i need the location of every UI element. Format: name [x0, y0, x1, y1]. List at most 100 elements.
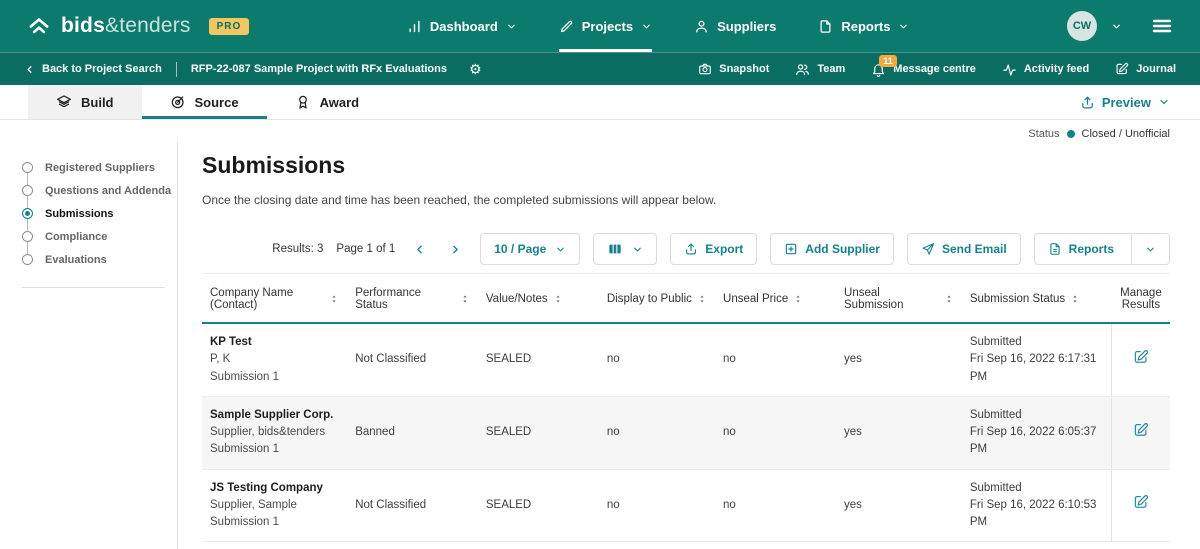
tab-award-label: Award — [320, 95, 360, 110]
nav-item-reports[interactable]: Reports — [818, 0, 909, 52]
add-supplier-button[interactable]: Add Supplier — [770, 233, 894, 265]
phase-tab-bar: Build Source Award Preview — [0, 85, 1200, 120]
stepper: Registered Suppliers Questions and Adden… — [22, 156, 177, 271]
send-email-button[interactable]: Send Email — [907, 233, 1021, 265]
brand-logo[interactable]: bids&tenders PRO — [26, 13, 249, 39]
status-dot-icon — [1067, 130, 1075, 138]
journal-button[interactable]: Journal — [1115, 62, 1176, 76]
chevron-down-icon — [641, 21, 652, 32]
submission-time: Fri Sep 16, 2022 6:05:37 PM — [970, 424, 1104, 459]
tab-build[interactable]: Build — [28, 85, 142, 119]
activity-feed-button[interactable]: Activity feed — [1002, 62, 1089, 77]
tab-source[interactable]: Source — [142, 85, 267, 119]
message-centre-button[interactable]: 11 Message centre — [871, 62, 976, 77]
edit-square-icon[interactable] — [1133, 494, 1149, 510]
next-page-button[interactable] — [444, 243, 467, 256]
submission-label: Submission 1 — [210, 441, 339, 458]
column-header-unseal-submission: Unseal Submission — [836, 274, 962, 324]
per-page-dropdown[interactable]: 10 / Page — [480, 233, 580, 265]
cell-value-notes: SEALED — [478, 396, 599, 469]
project-title: RFP-22-087 Sample Project with RFx Evalu… — [191, 63, 447, 75]
chevron-left-icon — [24, 64, 35, 75]
cell-company: KP Test P, K Submission 1 — [202, 323, 347, 396]
cell-display-to-public: no — [599, 396, 715, 469]
table-header-row: Company Name (Contact) Performance Statu… — [202, 274, 1170, 324]
user-avatar[interactable]: CW — [1067, 11, 1097, 41]
brand-name-light: &tenders — [105, 14, 191, 37]
edit-square-icon[interactable] — [1133, 349, 1149, 365]
hamburger-menu-icon[interactable] — [1150, 14, 1174, 38]
snapshot-label: Snapshot — [719, 63, 769, 75]
sort-submission-status[interactable]: Submission Status — [970, 293, 1080, 305]
company-name: JS Testing Company — [210, 480, 339, 497]
step-circle-icon — [22, 231, 33, 242]
nav-item-projects[interactable]: Projects — [559, 0, 652, 52]
edit-square-icon[interactable] — [1133, 422, 1149, 438]
tab-award[interactable]: Award — [267, 85, 388, 119]
columns-dropdown[interactable] — [593, 233, 657, 265]
sort-company[interactable]: Company Name (Contact) — [210, 287, 339, 311]
pro-badge: PRO — [209, 18, 250, 35]
upload-icon — [684, 242, 698, 256]
camera-icon — [698, 62, 712, 76]
nav-item-dashboard[interactable]: Dashboard — [407, 0, 517, 52]
sort-icon — [793, 293, 803, 305]
column-header-performance-status: Performance Status — [347, 274, 478, 324]
reports-split-button[interactable]: Reports — [1034, 233, 1170, 265]
sidebar-item-registered-suppliers[interactable]: Registered Suppliers — [22, 156, 177, 179]
team-button[interactable]: Team — [795, 62, 845, 77]
column-header-submission-status: Submission Status — [962, 274, 1112, 324]
submission-time: Fri Sep 16, 2022 6:10:53 PM — [970, 497, 1104, 532]
pencil-icon — [559, 19, 574, 34]
sort-display-to-public[interactable]: Display to Public — [607, 293, 707, 305]
step-circle-icon — [22, 254, 33, 265]
sidebar-item-label: Submissions — [45, 208, 113, 220]
sidebar-item-evaluations[interactable]: Evaluations — [22, 248, 177, 271]
sort-unseal-price[interactable]: Unseal Price — [723, 293, 803, 305]
cell-value-notes: SEALED — [478, 469, 599, 542]
target-icon — [170, 94, 186, 110]
add-supplier-label: Add Supplier — [805, 242, 880, 256]
page-description: Once the closing date and time has been … — [202, 193, 1170, 207]
sort-performance[interactable]: Performance Status — [355, 287, 470, 311]
sidebar-item-compliance[interactable]: Compliance — [22, 225, 177, 248]
cell-unseal-submission: yes — [836, 396, 962, 469]
submissions-table: Company Name (Contact) Performance Statu… — [202, 273, 1170, 542]
sidebar-stepper: Registered Suppliers Questions and Adden… — [12, 142, 178, 549]
sort-value-notes[interactable]: Value/Notes — [486, 293, 563, 305]
preview-button[interactable]: Preview — [1080, 85, 1170, 119]
sort-icon — [944, 293, 954, 305]
message-count-badge: 11 — [879, 55, 897, 67]
chevron-down-icon[interactable] — [1145, 244, 1156, 255]
cell-performance-status: Banned — [347, 396, 478, 469]
divider — [1131, 234, 1132, 264]
cell-submission-status: Submitted Fri Sep 16, 2022 6:17:31 PM — [962, 323, 1112, 396]
chevron-down-icon — [632, 244, 643, 255]
chevron-down-icon — [1158, 96, 1170, 108]
chevron-down-icon — [555, 244, 566, 255]
gear-icon[interactable]: ⚙ — [469, 62, 482, 76]
divider — [22, 287, 165, 288]
cell-unseal-price: no — [715, 396, 836, 469]
journal-label: Journal — [1136, 63, 1176, 75]
layers-icon — [56, 94, 72, 110]
prev-page-button[interactable] — [408, 243, 431, 256]
nav-label-dashboard: Dashboard — [430, 19, 498, 34]
chevron-down-icon[interactable] — [1111, 21, 1122, 32]
cell-submission-status: Submitted Fri Sep 16, 2022 6:05:37 PM — [962, 396, 1112, 469]
chevron-down-icon — [898, 21, 909, 32]
sidebar-item-submissions[interactable]: Submissions — [22, 202, 177, 225]
double-chevron-up-icon — [26, 13, 52, 39]
snapshot-button[interactable]: Snapshot — [698, 62, 769, 76]
sort-unseal-submission[interactable]: Unseal Submission — [844, 287, 954, 311]
tab-build-label: Build — [81, 95, 114, 110]
cell-manage-results — [1112, 323, 1170, 396]
export-button[interactable]: Export — [670, 233, 757, 265]
submission-label: Submission 1 — [210, 514, 339, 531]
project-bar: Back to Project Search RFP-22-087 Sample… — [0, 52, 1200, 85]
column-header-manage-results: Manage Results — [1112, 274, 1170, 324]
back-to-project-search-link[interactable]: Back to Project Search — [24, 63, 162, 75]
sidebar-item-questions-and-addenda[interactable]: Questions and Addenda — [22, 179, 177, 202]
nav-item-suppliers[interactable]: Suppliers — [694, 0, 776, 52]
cell-unseal-submission: yes — [836, 469, 962, 542]
